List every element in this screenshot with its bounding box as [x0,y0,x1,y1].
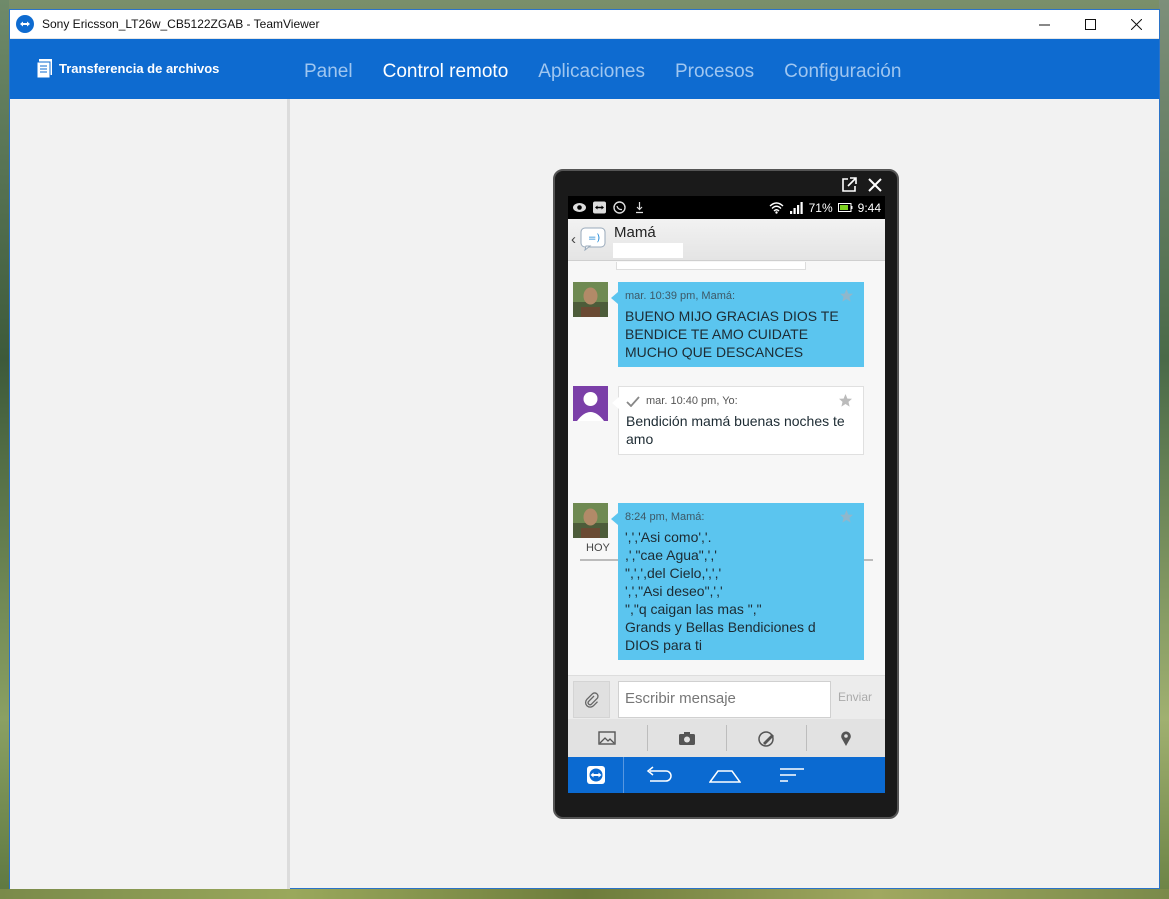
wifi-icon [769,202,784,214]
status-bar: 71% 9:44 [568,196,885,219]
teamviewer-window: Sony Ericsson_LT26w_CB5122ZGAB - TeamVie… [9,9,1160,889]
star-icon[interactable] [839,509,854,524]
message-bubble-received[interactable]: mar. 10:39 pm, Mamá: BUENO MIJO GRACIAS … [611,282,864,367]
chat-app-icon[interactable]: =) [580,227,606,251]
desktop-background [0,0,9,899]
left-panel [10,99,290,889]
message-meta: mar. 10:40 pm, Yo: [646,395,738,407]
battery-icon [837,203,853,212]
checkmark-icon [626,395,640,407]
image-icon [598,730,616,745]
device-frame: 71% 9:44 ‹ =) Mamá mar. 10:39 pm, Mamá: … [553,169,899,819]
minimize-icon [1038,24,1050,25]
message-meta: 8:24 pm, Mamá: [625,511,705,523]
close-icon[interactable] [867,177,883,193]
device-screen[interactable]: 71% 9:44 ‹ =) Mamá mar. 10:39 pm, Mamá: … [568,196,885,793]
signal-icon [789,202,803,214]
location-button[interactable] [805,725,886,751]
file-transfer-button[interactable]: Transferencia de archivos [37,59,219,78]
tab-panel[interactable]: Panel [304,61,353,83]
whatsapp-icon [613,201,626,214]
battery-level: 71% [808,200,833,215]
teamviewer-icon [593,201,606,214]
conversation-header: ‹ =) Mamá [568,219,885,261]
back-arrow-icon[interactable] [642,766,674,784]
message-input[interactable]: Escribir mensaje [618,681,831,718]
message-bubble-sent[interactable]: mar. 10:40 pm, Yo: Bendición mamá buenas… [612,386,864,455]
message-text: Bendición mamá buenas noches te amo [626,413,845,447]
teamviewer-menu-button[interactable] [568,757,624,793]
sketch-button[interactable] [726,725,806,751]
message-list[interactable]: mar. 10:39 pm, Mamá: BUENO MIJO GRACIAS … [568,262,885,675]
message-text: ',','Asi como','. ,',"cae Agua",',' ",',… [625,529,816,653]
message-bubble-received[interactable]: 8:24 pm, Mamá: ',','Asi como','. ,',"cae… [611,503,864,660]
popout-icon[interactable] [841,177,857,193]
sketch-icon [758,730,775,747]
send-button[interactable]: Enviar [838,690,872,704]
attach-button[interactable] [573,681,610,718]
contact-name: Mamá [614,224,656,241]
svg-text:=): =) [588,233,600,244]
tab-aplicaciones[interactable]: Aplicaciones [538,61,645,83]
close-icon [1130,18,1142,30]
document-icon [37,59,52,78]
close-button[interactable] [1113,10,1159,39]
star-icon[interactable] [838,393,853,408]
file-transfer-label: Transferencia de archivos [59,61,220,76]
camera-button[interactable] [646,725,727,751]
window-title: Sony Ericsson_LT26w_CB5122ZGAB - TeamVie… [42,17,320,31]
camera-icon [678,731,695,745]
gallery-button[interactable] [568,725,647,751]
contact-avatar[interactable] [573,282,608,317]
message-meta-row: mar. 10:40 pm, Yo: [626,395,856,407]
home-icon[interactable] [708,766,741,784]
previous-message-bubble [616,262,806,270]
user-avatar[interactable] [573,386,608,421]
maximize-button[interactable] [1067,10,1113,39]
minimize-button[interactable] [1021,10,1067,39]
attachment-toolbar [568,719,885,757]
desktop-background [1159,0,1169,899]
desktop-background [0,889,1169,899]
redacted-phone-number [613,243,683,258]
tab-control-remoto[interactable]: Control remoto [383,61,509,83]
device-controls [841,177,883,193]
teamviewer-logo-icon [16,15,34,33]
location-pin-icon [840,731,851,746]
teamviewer-icon [586,766,605,784]
message-meta: mar. 10:39 pm, Mamá: [625,290,736,302]
eye-icon [573,203,586,212]
tab-configuracion[interactable]: Configuración [784,61,901,83]
clock: 9:44 [857,200,881,215]
tab-procesos[interactable]: Procesos [675,61,754,83]
title-bar: Sony Ericsson_LT26w_CB5122ZGAB - TeamVie… [10,10,1159,39]
top-navigation: Transferencia de archivos Panel Control … [10,39,1159,99]
star-icon[interactable] [839,288,854,303]
message-composer: Escribir mensaje Enviar [568,675,885,719]
tab-bar: Panel Control remoto Aplicaciones Proces… [304,61,931,83]
contact-avatar[interactable] [573,503,608,538]
menu-icon[interactable] [776,766,808,784]
teamviewer-device-nav [568,757,885,793]
paperclip-icon [584,691,599,708]
message-text: BUENO MIJO GRACIAS DIOS TE BENDICE TE AM… [625,308,839,360]
back-chevron-icon[interactable]: ‹ [571,231,576,248]
download-icon [636,202,643,214]
maximize-icon [1084,18,1096,30]
